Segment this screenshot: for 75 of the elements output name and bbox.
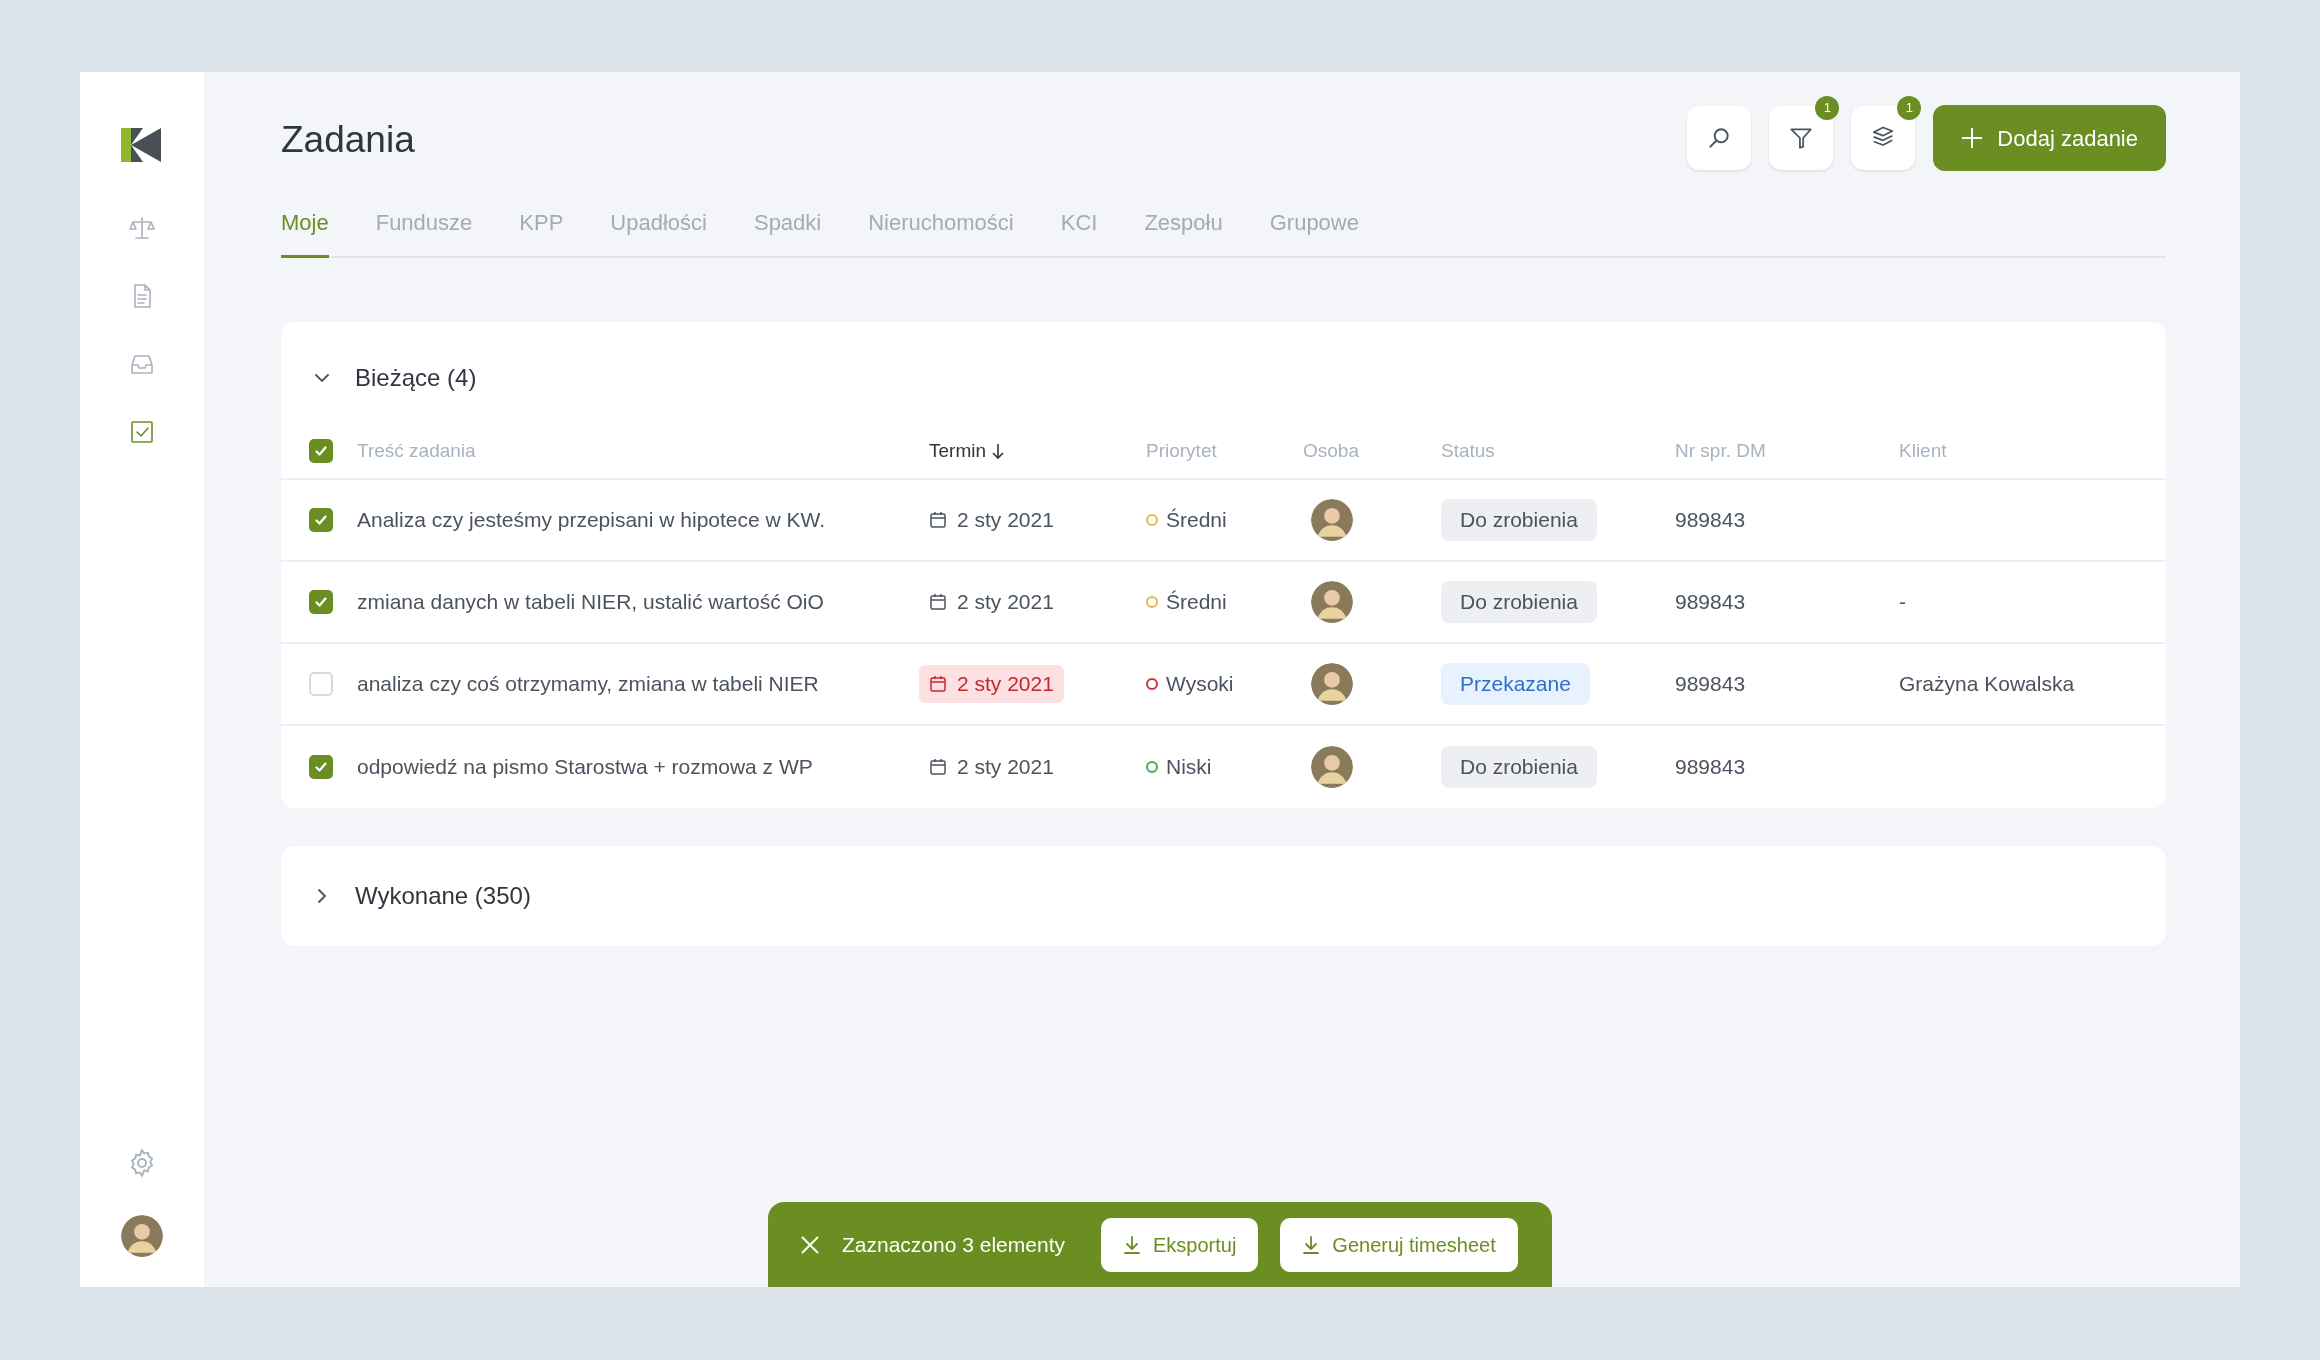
task-text: zmiana danych w tabeli NIER, ustalić wartość OiO xyxy=(357,589,825,616)
case-number: 989843 xyxy=(1675,671,1747,698)
group-title: Bieżące (4) xyxy=(355,363,477,393)
check-icon xyxy=(314,760,328,774)
calendar-icon xyxy=(929,675,947,693)
check-icon xyxy=(314,444,328,458)
calendar-icon xyxy=(929,593,947,611)
tab[interactable]: Spadki xyxy=(753,206,822,258)
priority-label: Niski xyxy=(1166,754,1212,781)
group-title: Wykonane (350) xyxy=(355,881,531,911)
timesheet-button[interactable]: Generuj timesheet xyxy=(1280,1217,1518,1272)
tab[interactable]: Upadłości xyxy=(610,206,707,258)
tab[interactable]: KCI xyxy=(1060,206,1098,258)
priority-label: Wysoki xyxy=(1166,671,1234,698)
tab[interactable]: KPP xyxy=(519,206,564,258)
calendar-icon xyxy=(929,511,947,529)
column-header[interactable]: Priorytet xyxy=(1146,436,1303,466)
check-icon xyxy=(314,513,328,527)
case-number: 989843 xyxy=(1675,507,1747,534)
count-badge: 1 xyxy=(1815,96,1840,120)
calendar-icon xyxy=(929,758,947,776)
avatar-icon xyxy=(1311,746,1353,788)
column-header[interactable]: Termin xyxy=(919,436,1146,466)
export-button[interactable]: Eksportuj xyxy=(1100,1217,1259,1272)
checklist-icon[interactable] xyxy=(128,418,156,446)
tab[interactable]: Grupowe xyxy=(1269,206,1359,258)
close-icon[interactable] xyxy=(800,1234,820,1255)
due-date: 2 sty 2021 xyxy=(919,748,1064,786)
tab[interactable]: Zespołu xyxy=(1144,206,1223,258)
case-number: 989843 xyxy=(1675,754,1747,781)
checkbox[interactable] xyxy=(309,439,333,463)
priority-label: Średni xyxy=(1166,589,1227,616)
tab[interactable]: Moje xyxy=(281,206,329,258)
client-name: - xyxy=(1899,590,1906,614)
avatar-icon xyxy=(1311,499,1353,541)
priority-label: Średni xyxy=(1166,507,1227,534)
client-name: Grażyna Kowalska xyxy=(1899,672,2075,696)
avatar-icon xyxy=(1311,663,1353,705)
add-task-button[interactable]: Dodaj zadanie xyxy=(1933,105,2166,171)
due-date: 2 sty 2021 xyxy=(919,583,1064,621)
task-text: Analiza czy jesteśmy przepisani w hipotece w KW. xyxy=(357,507,827,534)
sort-arrow-icon xyxy=(990,442,1006,460)
logo-icon[interactable] xyxy=(121,128,163,162)
plus-icon xyxy=(1961,127,1984,149)
status-badge: Do zrobienia xyxy=(1441,746,1597,788)
page-title: Zadania xyxy=(281,118,415,163)
column-header[interactable]: Osoba xyxy=(1303,436,1441,466)
task-text: analiza czy coś otrzymamy, zmiana w tabeli NIER xyxy=(357,671,820,698)
column-header[interactable]: Nr spr. DM xyxy=(1675,436,1899,466)
status-badge: Przekazane xyxy=(1441,663,1590,705)
column-header[interactable]: Treść zadania xyxy=(357,436,919,466)
task-text: odpowiedź na pismo Starostwa + rozmowa z WP xyxy=(357,754,814,781)
checkbox[interactable] xyxy=(309,672,333,696)
case-number: 989843 xyxy=(1675,589,1747,616)
due-date: 2 sty 2021 xyxy=(919,665,1064,703)
checkbox[interactable] xyxy=(309,590,333,614)
download-icon xyxy=(1302,1234,1321,1255)
check-icon xyxy=(314,595,328,609)
column-header[interactable]: Status xyxy=(1441,436,1675,466)
count-badge: 1 xyxy=(1897,96,1922,120)
avatar-icon xyxy=(121,1215,163,1257)
filter-icon xyxy=(1788,125,1815,151)
avatar-icon xyxy=(1311,581,1353,623)
scale-icon[interactable] xyxy=(128,214,156,242)
tab[interactable]: Fundusze xyxy=(375,206,473,258)
tab[interactable]: Nieruchomości xyxy=(868,206,1014,258)
checkbox[interactable] xyxy=(309,508,333,532)
status-badge: Do zrobienia xyxy=(1441,499,1597,541)
search-button[interactable] xyxy=(1687,106,1752,170)
download-icon xyxy=(1122,1234,1141,1255)
due-date: 2 sty 2021 xyxy=(919,501,1064,539)
selection-count: Zaznaczono 3 elementy xyxy=(842,1231,1065,1258)
column-header[interactable]: Klient xyxy=(1899,436,2166,466)
status-badge: Do zrobienia xyxy=(1441,581,1597,623)
checkbox[interactable] xyxy=(309,755,333,779)
